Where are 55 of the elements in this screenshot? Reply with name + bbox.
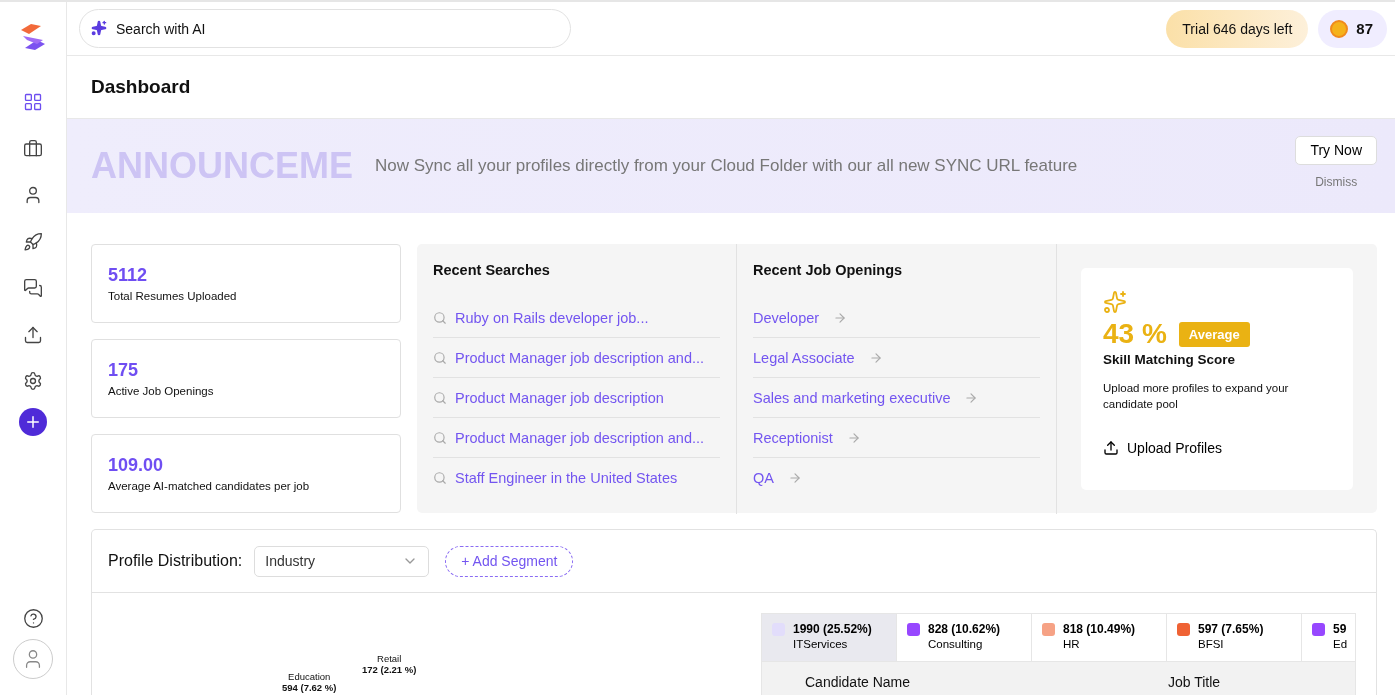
section-title: Recent Searches [433, 262, 551, 278]
job-opening-link[interactable]: Sales and marketing executive [753, 378, 1040, 418]
recent-search-link[interactable]: Product Manager job description and... [433, 338, 720, 378]
trial-badge: Trial 646 days left [1166, 9, 1309, 48]
coin-icon [1330, 19, 1349, 38]
distribution-label: Profile Distribution: [108, 552, 243, 570]
avatar[interactable] [13, 639, 53, 679]
column-header: Job Title [1168, 673, 1222, 690]
job-opening-link[interactable]: Developer [753, 298, 1040, 338]
chart-label: Retail 172 (2.21 %) [362, 653, 417, 675]
search-icon [433, 390, 447, 405]
sparkle-icon [91, 20, 107, 36]
score-badge: Average [1178, 321, 1250, 347]
job-opening-link[interactable]: Receptionist [753, 418, 1040, 458]
score-title: Skill Matching Score [1103, 352, 1237, 367]
arrow-right-icon [833, 310, 848, 325]
arrow-right-icon [846, 430, 861, 445]
stat-value: 5112 [108, 265, 149, 286]
section-title: Recent Job Openings [753, 262, 904, 278]
credits-badge[interactable]: 87 [1318, 9, 1387, 48]
recent-search-link[interactable]: Ruby on Rails developer job... [433, 298, 720, 338]
stat-value: 109.00 [108, 455, 165, 476]
announcement-message: Now Sync all your profiles directly from your Cloud Folder with our all new SYNC URL feature [375, 156, 1079, 176]
credits-count: 87 [1356, 20, 1373, 37]
search-field[interactable]: Search with AI [79, 9, 571, 48]
dismiss-button[interactable]: Dismiss [1315, 174, 1358, 189]
search-icon [433, 310, 447, 325]
stat-label: Average AI-matched candidates per job [108, 480, 311, 492]
sparkle-icon [1103, 290, 1127, 314]
industry-dropdown[interactable]: Industry [254, 545, 430, 577]
legend-item[interactable]: 1990 (25.52%) ITServices [762, 614, 897, 661]
recent-search-link[interactable]: Product Manager job description [433, 378, 720, 418]
job-opening-link[interactable]: QA [753, 458, 1040, 498]
add-button[interactable] [19, 407, 47, 436]
search-icon [433, 430, 447, 445]
stat-value: 175 [108, 360, 140, 381]
try-now-button[interactable]: Try Now [1295, 135, 1377, 165]
upload-profiles-button[interactable]: Upload Profiles [1103, 440, 1331, 456]
recent-search-link[interactable]: Staff Engineer in the United States [433, 458, 720, 498]
arrow-right-icon [964, 390, 979, 405]
recent-search-link[interactable]: Product Manager job description and... [433, 418, 720, 458]
column-header: Candidate Name [805, 673, 912, 690]
search-icon [433, 350, 447, 365]
help-icon[interactable] [22, 608, 44, 629]
job-opening-link[interactable]: Legal Associate [753, 338, 1040, 378]
arrow-right-icon [787, 471, 802, 485]
score-value: 43 % [1103, 318, 1167, 350]
score-description: Upload more profiles to expand your candidate pool [1103, 381, 1290, 412]
arrow-right-icon [868, 350, 883, 365]
search-icon [433, 471, 447, 485]
stat-label: Active Job Openings [108, 385, 215, 397]
stat-label: Total Resumes Uploaded [108, 290, 238, 302]
add-segment-button[interactable]: + Add Segment [445, 545, 574, 577]
chart-label: Education 594 (7.62 %) [282, 671, 337, 693]
upload-icon [1103, 440, 1119, 456]
